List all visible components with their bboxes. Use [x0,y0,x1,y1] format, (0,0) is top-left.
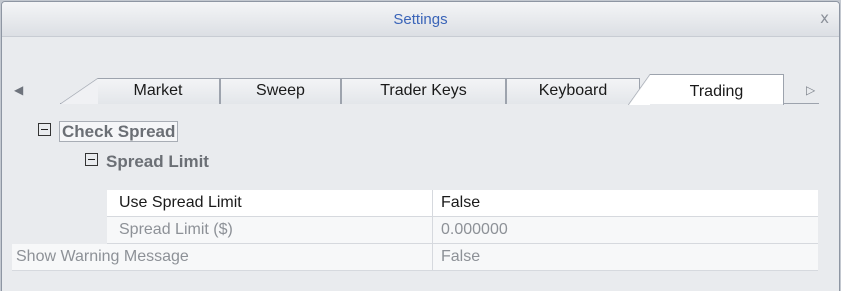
tab-market[interactable]: Market [60,78,220,104]
property-name: Show Warning Message [16,248,189,265]
scroll-right-icon[interactable]: ▷ [806,83,815,97]
column-divider[interactable] [432,190,433,216]
category-check-spread[interactable]: Check Spread [38,121,179,148]
tab-sweep[interactable]: Sweep [220,78,341,104]
scroll-left-icon[interactable]: ◀ [14,83,23,97]
property-row[interactable]: Use Spread Limit False [107,190,818,217]
subcategory-spread-limit[interactable]: Spread Limit [85,152,209,178]
tab-trading[interactable]: Trading [628,74,784,107]
window-title: Settings [393,11,448,28]
property-value[interactable]: 0.000000 [441,221,508,239]
tab-keyboard[interactable]: Keyboard [506,78,640,104]
category-label: Check Spread [59,121,179,142]
subcategory-label: Spread Limit [106,152,209,171]
close-icon[interactable]: x [820,9,829,27]
property-grid: Check Spread Spread Limit Use Spread Lim… [2,110,839,291]
property-name: Spread Limit ($) [119,221,233,238]
property-row[interactable]: Show Warning Message False [12,244,818,271]
property-value[interactable]: False [441,248,480,266]
column-divider[interactable] [432,244,433,270]
column-divider[interactable] [432,217,433,243]
property-row[interactable]: Spread Limit ($) 0.000000 [107,217,818,244]
property-name: Use Spread Limit [119,194,242,211]
tab-trader-keys[interactable]: Trader Keys [341,78,506,104]
collapse-icon[interactable] [38,123,51,136]
property-value[interactable]: False [441,194,480,212]
settings-window: Settings x ◀ Market Sweep Trader Keys Ke… [1,1,840,291]
collapse-icon[interactable] [85,153,98,166]
title-bar[interactable]: Settings x [2,2,839,37]
tab-strip: ◀ Market Sweep Trader Keys Keyboard Trad… [2,38,839,110]
